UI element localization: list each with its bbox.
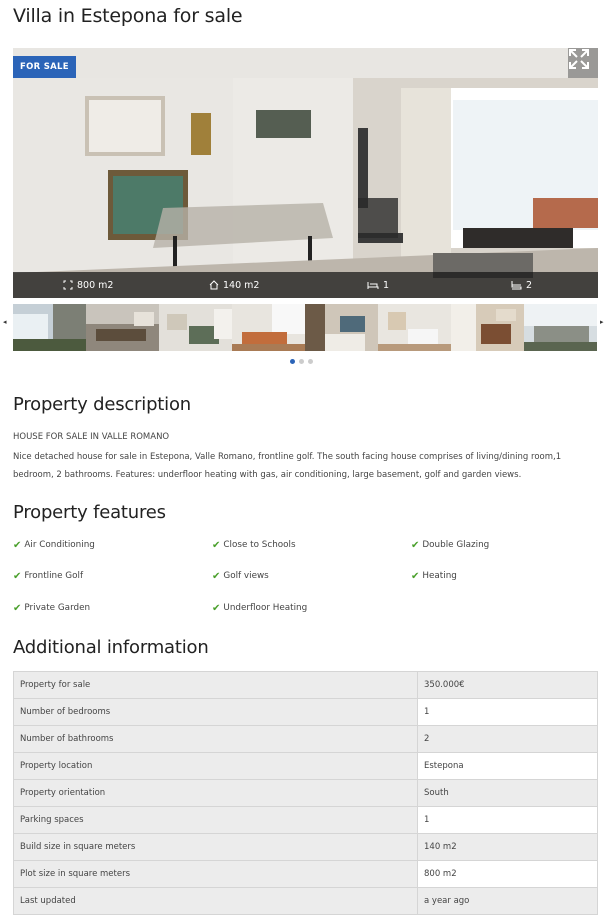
row-label: Build size in square meters (13, 833, 418, 861)
thumbnail[interactable] (378, 304, 451, 351)
additional-info-heading: Additional information (13, 637, 209, 658)
property-stats-bar: 800 m2 140 m2 1 2 (13, 272, 598, 298)
row-value: 1 (417, 698, 598, 726)
feature-label: Double Glazing (422, 540, 490, 550)
row-label: Last updated (13, 887, 418, 915)
house-icon (209, 280, 219, 290)
check-icon: ✔ (212, 602, 221, 614)
stat-bedrooms: 1 (367, 272, 389, 298)
row-label: Property location (13, 752, 418, 780)
feature-item: ✔ Underfloor Heating (212, 601, 307, 615)
feature-item: ✔ Private Garden (13, 601, 90, 615)
table-row: Property orientation South (13, 779, 598, 807)
row-value: 800 m2 (417, 860, 598, 888)
thumbs-prev-arrow-icon[interactable]: ◂ (3, 318, 11, 328)
row-value: 1 (417, 806, 598, 834)
gallery-pagination (290, 359, 313, 364)
description-heading: Property description (13, 394, 191, 415)
table-row: Number of bedrooms 1 (13, 698, 598, 726)
features-heading: Property features (13, 502, 166, 523)
feature-label: Underfloor Heating (223, 603, 308, 613)
bath-icon (511, 281, 522, 290)
stat-plot-size: 800 m2 (63, 272, 113, 298)
feature-item: ✔ Close to Schools (212, 538, 296, 552)
check-icon: ✔ (212, 539, 221, 551)
feature-item: ✔ Double Glazing (411, 538, 489, 552)
feature-label: Close to Schools (223, 540, 296, 550)
row-label: Plot size in square meters (13, 860, 418, 888)
table-row: Parking spaces 1 (13, 806, 598, 834)
row-label: Property for sale (13, 671, 418, 699)
check-icon: ✔ (13, 602, 22, 614)
page-title: Villa in Estepona for sale (13, 5, 243, 27)
feature-item: ✔ Frontline Golf (13, 569, 83, 583)
pagination-dot[interactable] (299, 359, 304, 364)
table-row: Last updated a year ago (13, 887, 598, 915)
check-icon: ✔ (13, 539, 22, 551)
feature-label: Heating (422, 571, 457, 581)
table-row: Plot size in square meters 800 m2 (13, 860, 598, 888)
thumbnail-strip (13, 304, 598, 351)
thumbnail[interactable] (232, 304, 305, 351)
table-row: Property for sale 350.000€ (13, 671, 598, 699)
living-room-photo (13, 48, 598, 298)
stat-house-size: 140 m2 (209, 272, 259, 298)
feature-item: ✔ Air Conditioning (13, 538, 95, 552)
feature-label: Frontline Golf (24, 571, 84, 581)
table-row: Build size in square meters 140 m2 (13, 833, 598, 861)
row-value: Estepona (417, 752, 598, 780)
thumbnail[interactable] (305, 304, 378, 351)
row-value: 2 (417, 725, 598, 753)
row-label: Parking spaces (13, 806, 418, 834)
feature-item: ✔ Heating (411, 569, 457, 583)
row-label: Number of bathrooms (13, 725, 418, 753)
stat-bathrooms: 2 (511, 272, 532, 298)
check-icon: ✔ (212, 570, 221, 582)
pagination-dot[interactable] (290, 359, 295, 364)
feature-label: Private Garden (24, 603, 91, 613)
row-value: 140 m2 (417, 833, 598, 861)
thumbs-next-arrow-icon[interactable]: ▸ (600, 318, 607, 328)
for-sale-badge: FOR SALE (13, 56, 76, 78)
row-value: 350.000€ (417, 671, 598, 699)
row-label: Number of bedrooms (13, 698, 418, 726)
thumbnail[interactable] (86, 304, 159, 351)
thumbnail[interactable] (451, 304, 524, 351)
stat-value: 2 (526, 279, 533, 291)
check-icon: ✔ (411, 539, 420, 551)
stat-value: 800 m2 (77, 279, 114, 291)
expand-icon (569, 49, 589, 69)
plot-size-icon (63, 280, 73, 290)
stat-value: 140 m2 (223, 279, 260, 291)
additional-info-table: Property for sale 350.000€ Number of bedr… (13, 671, 598, 915)
thumbnail[interactable] (13, 304, 86, 351)
row-value: South (417, 779, 598, 807)
table-row: Number of bathrooms 2 (13, 725, 598, 753)
feature-label: Golf views (223, 571, 269, 581)
fullscreen-button[interactable] (568, 48, 598, 78)
thumbnail[interactable] (159, 304, 232, 351)
bed-icon (367, 282, 379, 289)
table-row: Property location Estepona (13, 752, 598, 780)
thumbnail[interactable] (524, 304, 597, 351)
description-text: Nice detached house for sale in Estepona… (13, 452, 562, 480)
description-subtitle: HOUSE FOR SALE IN VALLE ROMANO (13, 432, 170, 442)
check-icon: ✔ (411, 570, 420, 582)
row-label: Property orientation (13, 779, 418, 807)
row-value: a year ago (417, 887, 598, 915)
pagination-dot[interactable] (308, 359, 313, 364)
main-photo[interactable]: FOR SALE 800 m2 140 m2 1 2 (13, 48, 598, 298)
check-icon: ✔ (13, 570, 22, 582)
feature-item: ✔ Golf views (212, 569, 269, 583)
feature-label: Air Conditioning (24, 540, 95, 550)
stat-value: 1 (383, 279, 390, 291)
